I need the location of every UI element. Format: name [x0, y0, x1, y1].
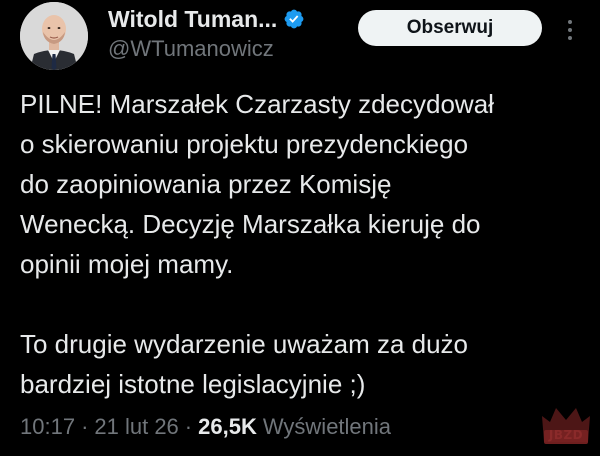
tweet-text: PILNE! Marszałek Czarzasty zdecydował o … [20, 84, 585, 404]
tweet-text-line: do zaopiniowania przez Komisję [20, 169, 392, 199]
more-dot [568, 36, 572, 40]
avatar-photo [20, 2, 88, 70]
meta-separator: · [184, 414, 193, 439]
jbzd-watermark-logo: JBZD [536, 402, 596, 448]
tweet-text-line: opinii mojej mamy. [20, 249, 234, 279]
tweet-text-line: Wenecką. Decyzję Marszałka kieruję do [20, 209, 481, 239]
more-dot [568, 20, 572, 24]
watermark-text: JBZD [548, 428, 584, 442]
tweet-text-line: To drugie wydarzenie uważam za dużo [20, 329, 469, 359]
tweet-date[interactable]: 21 lut 26 [94, 414, 178, 440]
author-display-name[interactable]: Witold Tuman... [108, 6, 277, 33]
tweet-time[interactable]: 10:17 [20, 414, 75, 440]
meta-separator: · [81, 414, 89, 439]
author-name-row: Witold Tuman... [108, 4, 305, 34]
views-count: 26,5K [198, 414, 257, 439]
author-handle[interactable]: @WTumanowicz [108, 36, 274, 62]
tweet-text-line: o skierowaniu projektu prezydenckiego [20, 129, 469, 159]
tweet-text-line: PILNE! Marszałek Czarzasty zdecydował [20, 89, 494, 119]
tweet-card: Witold Tuman... @WTumanowicz Obserwuj PI… [0, 0, 600, 456]
follow-button[interactable]: Obserwuj [358, 10, 542, 46]
verified-badge-icon [284, 9, 304, 29]
tweet-text-line: bardziej istotne legislacyjnie ;) [20, 369, 366, 399]
views-label: Wyświetlenia [262, 414, 392, 439]
more-dot [568, 28, 572, 32]
avatar[interactable] [20, 2, 88, 70]
tweet-meta: 10:17 · 21 lut 26 · 26,5K Wyświetlenia [20, 414, 391, 440]
more-vertical-icon[interactable] [560, 10, 580, 50]
